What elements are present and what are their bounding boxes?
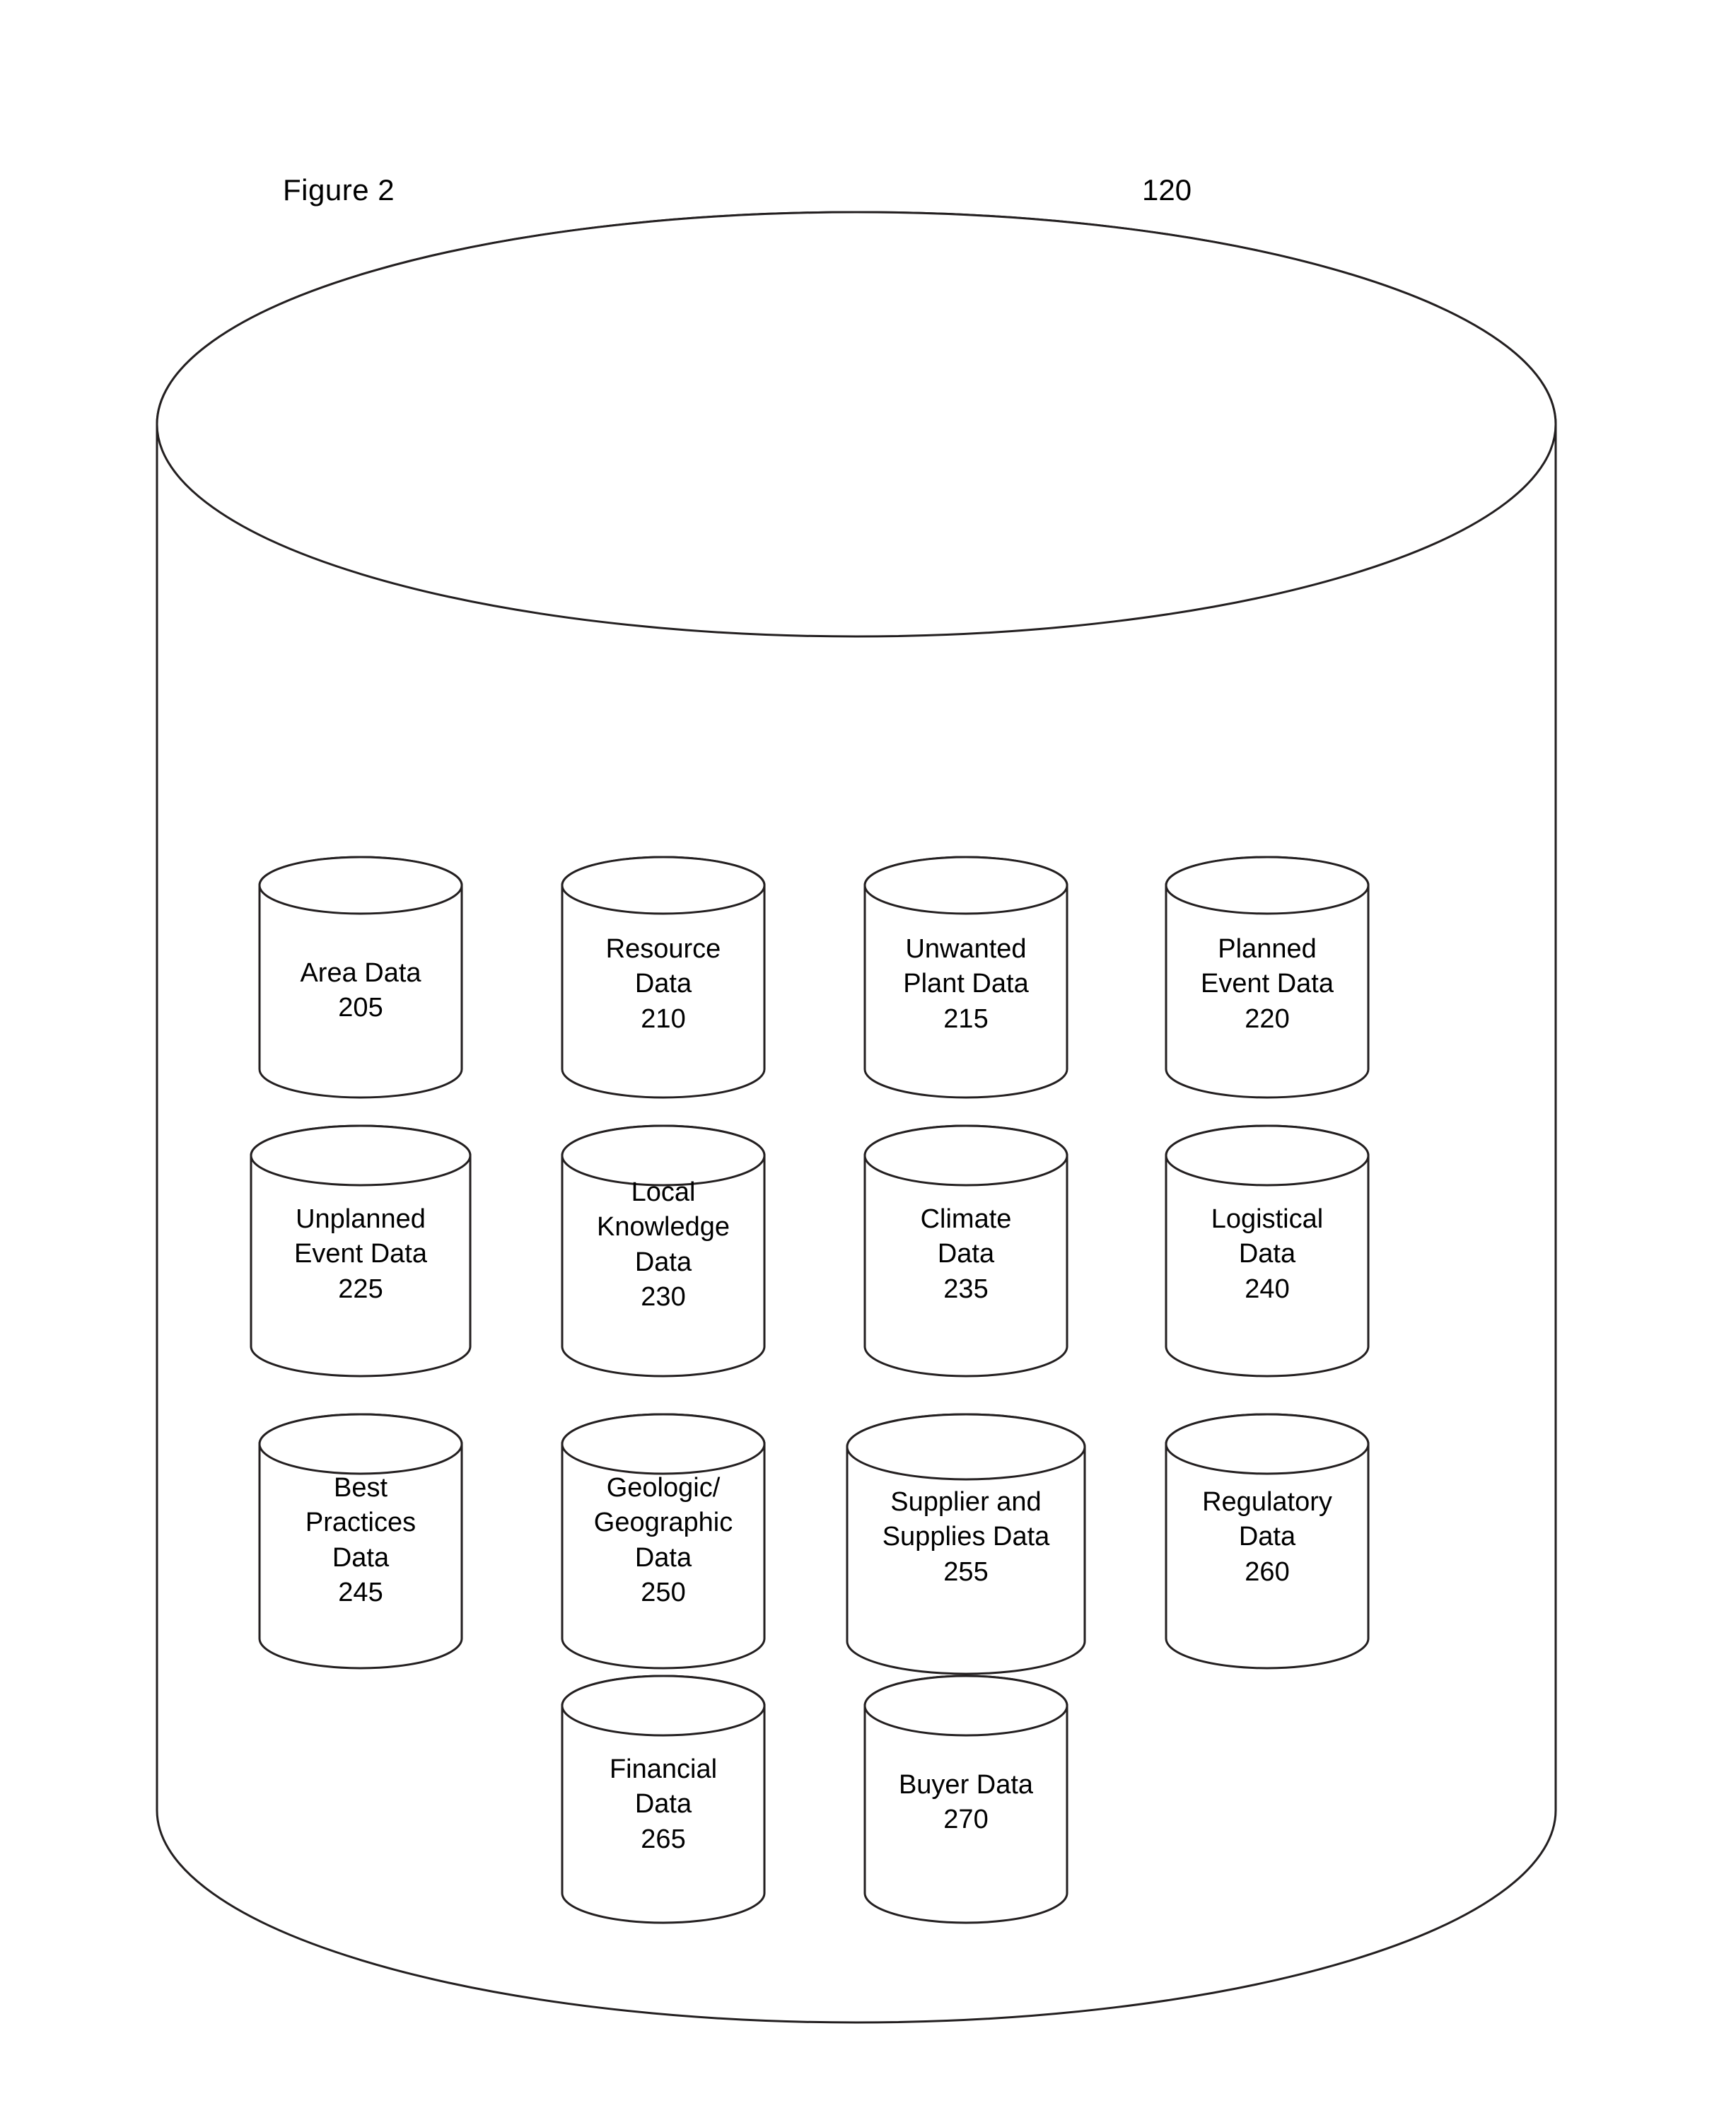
local-knowledge-data-store-reference-number: 230: [641, 1282, 686, 1312]
geologic-geographic-data-store-line: Geologic/: [606, 1473, 721, 1503]
supplier-and-supplies-data-store-line: Supplies Data: [882, 1522, 1050, 1552]
geologic-geographic-data-store-line: Geographic: [593, 1508, 733, 1538]
unwanted-plant-data-store-line: Plant Data: [903, 969, 1029, 999]
financial-data-store-cylinder-top-ellipse: [561, 1675, 766, 1737]
supplier-and-supplies-data-store-line: Supplier and: [890, 1487, 1042, 1517]
best-practices-data-store-line: Best: [333, 1473, 388, 1503]
area-data-store-label: Area Data 205: [260, 956, 462, 1026]
logistical-data-store-line: Logistical: [1211, 1204, 1324, 1234]
planned-event-data-store-label: Planned Event Data 220: [1166, 932, 1368, 1037]
local-knowledge-data-store-label: Local Knowledge Data 230: [562, 1175, 764, 1315]
geologic-geographic-data-store-reference-number: 250: [641, 1578, 686, 1608]
buyer-data-store-line: Buyer Data: [898, 1770, 1034, 1800]
logistical-data-store-label: Logistical Data 240: [1166, 1202, 1368, 1307]
geologic-geographic-data-store-cylinder-top-ellipse: [561, 1413, 766, 1475]
resource-data-store-cylinder-top-ellipse: [561, 856, 766, 915]
geologic-geographic-data-store-label: Geologic/Geographic Data 250: [562, 1471, 764, 1611]
planned-event-data-store-line: Event Data: [1201, 969, 1334, 999]
planned-event-data-store-line: Planned: [1218, 934, 1317, 964]
resource-data-store-reference-number: 210: [641, 1003, 686, 1034]
area-data-store-cylinder-top-ellipse: [258, 856, 463, 915]
buyer-data-store-cylinder-top-ellipse: [863, 1675, 1068, 1737]
financial-data-store-label: Financial Data 265: [562, 1752, 764, 1857]
climate-data-store-line: Climate: [920, 1204, 1012, 1234]
resource-data-store-line: Data: [634, 969, 692, 999]
climate-data-store-reference-number: 235: [943, 1274, 989, 1304]
local-knowledge-data-store-line: Knowledge: [596, 1212, 730, 1242]
best-practices-data-store-cylinder-top-ellipse: [258, 1413, 463, 1475]
regulatory-data-store-line: Data: [1238, 1522, 1296, 1552]
logistical-data-store-reference-number: 240: [1245, 1274, 1290, 1304]
best-practices-data-store-reference-number: 245: [338, 1578, 383, 1608]
best-practices-data-store-line: Practices: [305, 1508, 416, 1538]
logistical-data-store-cylinder-top-ellipse: [1165, 1124, 1370, 1187]
supplier-and-supplies-data-store-reference-number: 255: [943, 1556, 989, 1587]
unwanted-plant-data-store-line: Unwanted: [905, 934, 1027, 964]
best-practices-data-store-label: Best Practices Data 245: [260, 1471, 462, 1611]
regulatory-data-store-cylinder-top-ellipse: [1165, 1413, 1370, 1475]
planned-event-data-store-cylinder-top-ellipse: [1165, 856, 1370, 915]
unplanned-event-data-store-line: Event Data: [294, 1239, 427, 1269]
geologic-geographic-data-store-line: Data: [634, 1542, 692, 1573]
outer-database-cylinder: [156, 211, 1557, 2024]
unplanned-event-data-store-cylinder-top-ellipse: [250, 1124, 472, 1187]
regulatory-data-store-label: Regulatory Data 260: [1166, 1485, 1368, 1590]
financial-data-store-reference-number: 265: [641, 1824, 686, 1854]
regulatory-data-store-reference-number: 260: [1245, 1556, 1290, 1587]
unplanned-event-data-store-reference-number: 225: [338, 1274, 383, 1304]
planned-event-data-store-reference-number: 220: [1245, 1003, 1290, 1034]
supplier-and-supplies-data-store-label: Supplier and Supplies Data 255: [847, 1485, 1085, 1590]
resource-data-store-line: Resource: [605, 934, 721, 964]
buyer-data-store-label: Buyer Data 270: [865, 1768, 1067, 1838]
regulatory-data-store-line: Regulatory: [1202, 1487, 1332, 1517]
local-knowledge-data-store-line: Local: [631, 1177, 696, 1207]
unwanted-plant-data-store-reference-number: 215: [943, 1003, 989, 1034]
climate-data-store-label: Climate Data 235: [865, 1202, 1067, 1307]
resource-data-store-label: Resource Data 210: [562, 932, 764, 1037]
unplanned-event-data-store-label: Unplanned Event Data 225: [251, 1202, 470, 1307]
logistical-data-store-line: Data: [1238, 1239, 1296, 1269]
outer-database-cylinder-top-ellipse: [156, 211, 1557, 638]
unwanted-plant-data-store-label: Unwanted Plant Data 215: [865, 932, 1067, 1037]
area-data-store-reference-number: 205: [338, 993, 383, 1023]
local-knowledge-data-store-line: Data: [634, 1247, 692, 1277]
financial-data-store-line: Data: [634, 1789, 692, 1820]
best-practices-data-store-line: Data: [332, 1542, 390, 1573]
unplanned-event-data-store-line: Unplanned: [296, 1204, 426, 1234]
financial-data-store-line: Financial: [609, 1754, 718, 1784]
climate-data-store-cylinder-top-ellipse: [863, 1124, 1068, 1187]
buyer-data-store-reference-number: 270: [943, 1805, 989, 1835]
unwanted-plant-data-store-cylinder-top-ellipse: [863, 856, 1068, 915]
area-data-store-line: Area Data: [300, 958, 421, 988]
supplier-and-supplies-data-store-cylinder-top-ellipse: [846, 1413, 1086, 1481]
climate-data-store-line: Data: [937, 1239, 995, 1269]
patent-figure-2: Figure 2 120 Area Data 205 Resource Data 210…: [0, 0, 1736, 2125]
